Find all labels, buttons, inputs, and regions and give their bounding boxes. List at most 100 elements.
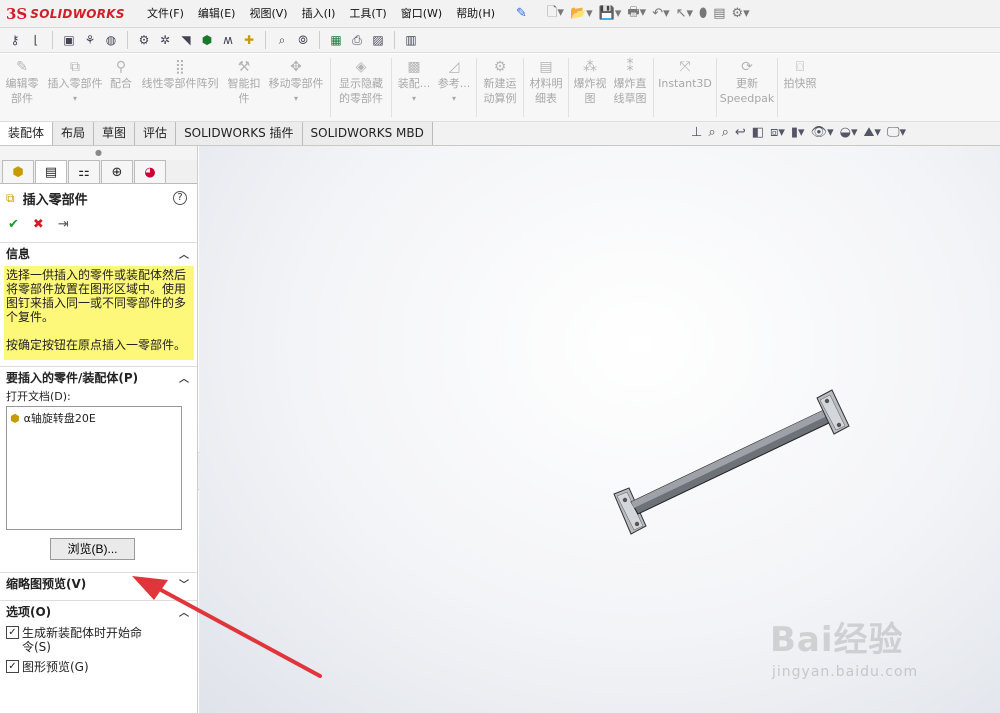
sketch-corner-icon[interactable]: ⌊ <box>27 31 45 49</box>
ds-logo-mark: 3S <box>6 4 28 23</box>
previous-view-icon[interactable]: ↩ <box>735 125 746 140</box>
collapse-caret-icon: ︿ <box>179 250 189 261</box>
cmd-new-motion-study[interactable]: ⚙ 新建运 动算例 <box>479 54 521 121</box>
excel-icon[interactable]: ▦ <box>327 31 345 49</box>
thumbnail-section-header[interactable]: 缩略图预览(V) ﹀ <box>0 572 197 594</box>
tab-layout[interactable]: 布局 <box>53 122 95 145</box>
document-icon[interactable]: ▥ <box>402 31 420 49</box>
shield-icon[interactable]: ⬢ <box>198 31 216 49</box>
new-document-icon[interactable]: 🗋▾ <box>547 3 564 25</box>
cog-icon[interactable]: ✲ <box>156 31 174 49</box>
browse-button[interactable]: 浏览(B)... <box>50 538 135 560</box>
save-icon[interactable]: 💾▾ <box>599 6 622 21</box>
options-gear-icon[interactable]: ⚙▾ <box>732 6 750 21</box>
measure-icon[interactable]: ʍ <box>219 31 237 49</box>
open-document-icon[interactable]: 📂▾ <box>570 6 593 21</box>
feature-manager-tab-icon[interactable]: ⬢ <box>2 160 34 183</box>
part-section-header[interactable]: 要插入的零件/装配体(P) ︿ <box>0 366 197 388</box>
start-command-option[interactable]: ✓ 生成新装配体时开始命令(S) <box>0 626 197 654</box>
toolbar-divider <box>394 31 395 49</box>
info-message: 选择一供插入的零件或装配体然后将零部件放置在图形区域中。使用图钉来插入同一或不同… <box>4 266 194 360</box>
graphics-preview-checkbox[interactable]: ✓ <box>6 660 19 673</box>
list-item[interactable]: ⬢ α轴旋转盘20E <box>10 410 178 426</box>
hide-show-icon[interactable]: 👁▾ <box>811 125 834 140</box>
image-icon[interactable]: ▨ <box>369 31 387 49</box>
open-documents-list[interactable]: ⬢ α轴旋转盘20E <box>6 406 182 530</box>
tab-evaluate[interactable]: 评估 <box>135 122 177 145</box>
print-icon[interactable]: 🖶▾ <box>627 3 646 25</box>
start-command-checkbox[interactable]: ✓ <box>6 626 19 639</box>
gear-settings-icon[interactable]: ⚙ <box>135 31 153 49</box>
cmd-edit-component[interactable]: ✎ 编辑零 部件 <box>0 54 44 121</box>
appearance-icon[interactable]: ◒▾ <box>840 125 858 140</box>
property-manager-tab-icon[interactable]: ▤ <box>35 160 67 183</box>
menu-tools[interactable]: 工具(T) <box>342 0 393 28</box>
cmd-reference-geometry[interactable]: ◿ 参考... ▾ <box>434 54 474 121</box>
search-icon[interactable]: ⌕ <box>273 31 291 49</box>
undo-icon[interactable]: ↶▾ <box>652 6 669 21</box>
cmd-show-hidden[interactable]: ◈ 显示隐藏 的零部件 <box>333 54 389 121</box>
solidworks-logo[interactable]: 3S SOLIDWORKS <box>0 0 140 28</box>
pin-icon[interactable]: ✎ <box>516 6 527 21</box>
view-orientation-icon[interactable]: ⊥ <box>691 125 702 140</box>
cmd-snapshot[interactable]: ⌼ 拍快照 <box>780 54 820 121</box>
tab-solidworks-mbd[interactable]: SOLIDWORKS MBD <box>302 122 433 145</box>
select-icon[interactable]: ↖▾ <box>676 6 693 21</box>
view-cube-icon[interactable]: ⧈▾ <box>770 125 785 140</box>
info-section-header[interactable]: 信息 ︿ <box>0 242 197 264</box>
menu-view[interactable]: 视图(V) <box>242 0 294 28</box>
cmd-smart-fastener[interactable]: ⚒ 智能扣 件 <box>224 54 264 121</box>
globe-icon[interactable]: ◍ <box>102 31 120 49</box>
cmd-explode-line-sketch[interactable]: ⁑ 爆炸直 线草图 <box>609 54 651 121</box>
display-style-icon[interactable]: ▮▾ <box>791 125 805 140</box>
cmd-insert-component[interactable]: ⧉ 插入零部件 ▾ <box>44 54 106 121</box>
view-settings-icon[interactable]: 🖵▾ <box>887 125 906 140</box>
graphics-preview-option[interactable]: ✓ 图形预览(G) <box>0 660 197 674</box>
zoom-to-area-icon[interactable]: ⌕ <box>722 125 729 140</box>
cmd-exploded-view[interactable]: ⁂ 爆炸视 图 <box>571 54 609 121</box>
tab-solidworks-addins[interactable]: SOLIDWORKS 插件 <box>176 122 303 145</box>
cmd-bom[interactable]: ▤ 材料明 细表 <box>526 54 566 121</box>
cmd-divider <box>476 58 477 117</box>
move-component-icon: ✥ <box>290 59 302 75</box>
plus-badge-icon[interactable]: ✚ <box>240 31 258 49</box>
binoculars-icon[interactable]: ⦾ <box>294 31 312 49</box>
dimxpert-manager-tab-icon[interactable]: ⊕ <box>101 160 133 183</box>
file-properties-icon[interactable]: ▤ <box>713 6 725 21</box>
property-manager-panel: ● ⬢ ▤ ⚏ ⊕ ◕ ⧉ 插入零部件 ? ✔ ✖ ⇥ 信息 ︿ 选择一供插入的… <box>0 146 198 713</box>
cancel-x-icon[interactable]: ✖ <box>33 217 44 232</box>
cup-icon[interactable]: ◥ <box>177 31 195 49</box>
menu-window[interactable]: 窗口(W) <box>394 0 449 28</box>
assembly-feature-icon: ▩ <box>407 59 421 75</box>
menu-file[interactable]: 文件(F) <box>140 0 191 28</box>
pm-title: 插入零部件 <box>22 192 88 208</box>
ok-check-icon[interactable]: ✔ <box>8 217 19 232</box>
help-icon[interactable]: ? <box>173 191 187 205</box>
key-icon[interactable]: ⚷ <box>6 31 24 49</box>
cmd-mate[interactable]: ⚲ 配合 <box>106 54 136 121</box>
rebuild-icon[interactable]: ⬮ <box>699 6 707 21</box>
cmd-update-speedpak[interactable]: ⟳ 更新 Speedpak <box>719 54 775 121</box>
tab-sketch[interactable]: 草图 <box>94 122 136 145</box>
monitor-icon[interactable]: ▣ <box>60 31 78 49</box>
scene-icon[interactable]: ⛰▾ <box>863 125 880 140</box>
zoom-to-fit-icon[interactable]: ⌕ <box>708 125 715 140</box>
menu-help[interactable]: 帮助(H) <box>449 0 502 28</box>
keep-visible-pin-icon[interactable]: ⇥ <box>58 217 69 232</box>
cmd-move-component[interactable]: ✥ 移动零部件 ▾ <box>264 54 328 121</box>
options-section-header[interactable]: 选项(O) ︿ <box>0 600 197 622</box>
configuration-manager-tab-icon[interactable]: ⚏ <box>68 160 100 183</box>
app-name: SOLIDWORKS <box>30 6 125 21</box>
panel-grip[interactable]: ● <box>0 146 197 160</box>
display-manager-tab-icon[interactable]: ◕ <box>134 160 166 183</box>
section-view-icon[interactable]: ◧ <box>752 125 764 140</box>
menu-insert[interactable]: 插入(I) <box>295 0 343 28</box>
tab-assembly[interactable]: 装配体 <box>0 122 54 145</box>
cmd-instant3d[interactable]: ⤧ Instant3D <box>656 54 714 121</box>
cmd-linear-pattern[interactable]: ⣿ 线性零部件阵列 <box>136 54 224 121</box>
printer-icon[interactable]: ⎙ <box>348 31 366 49</box>
mate-icon: ⚲ <box>115 59 127 75</box>
menu-edit[interactable]: 编辑(E) <box>191 0 243 28</box>
cmd-assembly-features[interactable]: ▩ 装配... ▾ <box>394 54 434 121</box>
assembly-tree-icon[interactable]: ⚘ <box>81 31 99 49</box>
